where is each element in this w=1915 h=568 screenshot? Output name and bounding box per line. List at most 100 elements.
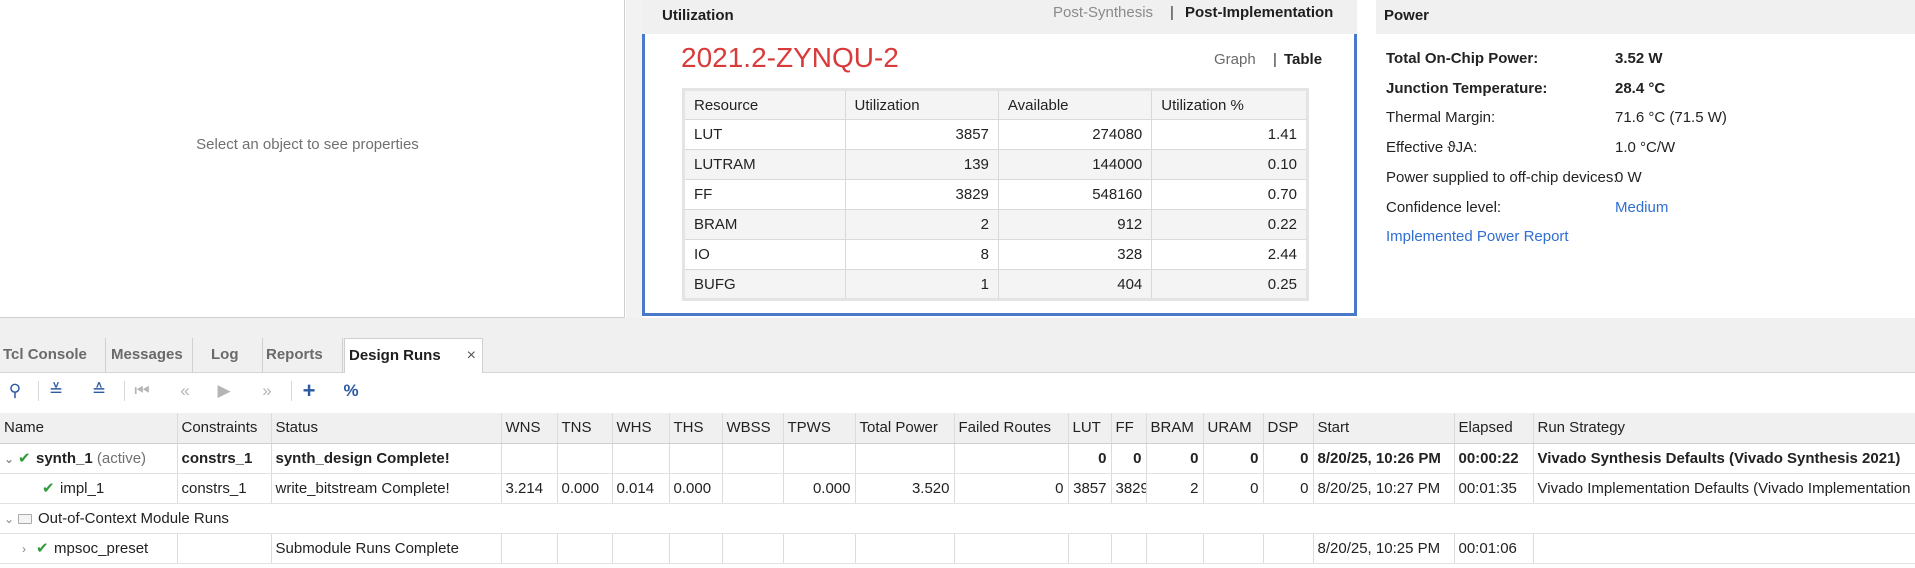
utilization-table: Resource Utilization Available Utilizati… <box>682 88 1309 301</box>
expand-all-icon[interactable]: ≙ <box>87 379 111 403</box>
resource-cell: LUTRAM <box>683 149 846 180</box>
properties-panel: Select an object to see properties <box>0 0 625 318</box>
folder-icon <box>18 513 32 524</box>
table-row: IO 8 328 2.44 <box>683 239 1308 270</box>
post-implementation-link[interactable]: Post-Implementation <box>1185 4 1333 21</box>
tab-design-runs[interactable]: Design Runs × <box>344 338 483 374</box>
run-row-impl[interactable]: ✔ impl_1 constrs_1 write_bitstream Comple… <box>0 473 1915 504</box>
run-name-cell[interactable]: ⌄ ✔ synth_1 (active) <box>0 443 178 474</box>
column-header[interactable]: Total Power <box>855 413 955 444</box>
constraints-cell: constrs_1 <box>177 473 272 504</box>
column-header[interactable]: Constraints <box>177 413 272 444</box>
implemented-power-report-link[interactable]: Implemented Power Report <box>1386 228 1569 245</box>
ooc-group-cell[interactable]: ⌄ Out-of-Context Module Runs <box>0 503 1915 534</box>
power-row-junction: Junction Temperature: 28.4 °C <box>1376 80 1915 102</box>
tab-log[interactable]: Log <box>208 338 263 373</box>
project-summary: Utilization Post-Synthesis | Post-Implem… <box>642 0 1915 318</box>
wns-cell: 3.214 <box>501 473 558 504</box>
column-header[interactable]: WHS <box>612 413 670 444</box>
tab-label: Design Runs <box>349 347 441 364</box>
run-icon[interactable]: ▶ <box>212 379 236 403</box>
dsp-cell: 0 <box>1263 443 1314 474</box>
column-header[interactable]: THS <box>669 413 723 444</box>
utilization-header-row: Resource Utilization Available Utilizati… <box>683 89 1308 120</box>
column-header[interactable]: Resource <box>683 89 846 120</box>
previous-icon[interactable]: « <box>173 379 197 403</box>
column-header[interactable]: Status <box>271 413 502 444</box>
panel-splitter[interactable] <box>626 0 642 318</box>
power-label: Power supplied to off-chip devices: <box>1386 169 1618 186</box>
column-header[interactable]: Start <box>1313 413 1455 444</box>
bram-cell <box>1146 533 1204 564</box>
search-icon[interactable]: ⚲ <box>3 379 27 403</box>
utilization-cell: 3829 <box>844 179 999 210</box>
column-header[interactable]: Utilization <box>844 89 999 120</box>
bottom-panel: Tcl Console Messages Log Reports Design … <box>0 318 1915 568</box>
tns-cell <box>557 533 613 564</box>
column-header[interactable]: WNS <box>501 413 558 444</box>
tab-tcl-console[interactable]: Tcl Console <box>0 338 106 373</box>
first-icon[interactable]: ⏮ <box>130 379 154 403</box>
column-header[interactable]: LUT <box>1068 413 1112 444</box>
tab-reports[interactable]: Reports <box>263 338 343 373</box>
design-runs-table: Name Constraints Status WNS TNS WHS THS … <box>0 413 1915 564</box>
utilization-cell: 139 <box>844 149 999 180</box>
column-header[interactable]: DSP <box>1263 413 1314 444</box>
ff-cell <box>1111 533 1147 564</box>
resource-cell: IO <box>683 239 846 270</box>
column-header[interactable]: TPWS <box>783 413 856 444</box>
utilization-cell: 1 <box>844 269 999 300</box>
run-name-cell[interactable]: ✔ impl_1 <box>0 473 178 504</box>
ff-cell: 3829 <box>1111 473 1147 504</box>
table-row: LUTRAM 139 144000 0.10 <box>683 149 1308 180</box>
power-value: 0 W <box>1615 169 1642 186</box>
strategy-cell <box>1533 533 1915 564</box>
tpws-cell <box>783 533 856 564</box>
close-icon[interactable]: × <box>467 339 476 372</box>
column-header[interactable]: Available <box>997 89 1153 120</box>
column-header[interactable]: Name <box>0 413 178 444</box>
utilization-body: 2021.2-ZYNQU-2 Graph | Table Resource Ut… <box>642 34 1357 316</box>
confidence-level-link[interactable]: Medium <box>1615 199 1668 216</box>
utilization-cell: 3857 <box>844 119 999 150</box>
power-row-total: Total On-Chip Power: 3.52 W <box>1376 50 1915 72</box>
failed-routes-cell <box>954 443 1069 474</box>
column-header[interactable]: FF <box>1111 413 1147 444</box>
chevron-right-icon[interactable]: › <box>22 542 36 556</box>
tab-messages[interactable]: Messages <box>108 338 193 373</box>
add-icon[interactable]: + <box>297 378 321 403</box>
run-name-cell[interactable]: › ✔ mpsoc_preset <box>0 533 178 564</box>
post-synthesis-link[interactable]: Post-Synthesis <box>1053 4 1153 21</box>
dsp-cell <box>1263 533 1314 564</box>
lut-cell <box>1068 533 1112 564</box>
run-name: synth_1 <box>36 450 93 467</box>
table-view-link[interactable]: Table <box>1284 51 1322 68</box>
column-header[interactable]: Utilization % <box>1151 89 1308 120</box>
constraints-cell: constrs_1 <box>177 443 272 474</box>
chevron-down-icon[interactable]: ⌄ <box>4 452 18 466</box>
start-cell: 8/20/25, 10:25 PM <box>1313 533 1455 564</box>
column-header[interactable]: TNS <box>557 413 613 444</box>
tpws-cell <box>783 443 856 474</box>
chevron-down-icon[interactable]: ⌄ <box>4 512 18 526</box>
ooc-group-label: Out-of-Context Module Runs <box>38 509 229 527</box>
graph-view-link[interactable]: Graph <box>1214 51 1256 68</box>
column-header[interactable]: WBSS <box>722 413 784 444</box>
run-name: impl_1 <box>60 480 105 497</box>
column-header[interactable]: Run Strategy <box>1533 413 1915 444</box>
lut-cell: 3857 <box>1068 473 1112 504</box>
ths-cell <box>669 443 723 474</box>
panel-splitter-horizontal[interactable] <box>0 318 1915 336</box>
column-header[interactable]: URAM <box>1203 413 1264 444</box>
runs-header-row: Name Constraints Status WNS TNS WHS THS … <box>0 413 1915 444</box>
collapse-all-icon[interactable]: ≚ <box>44 379 68 403</box>
percent-icon[interactable]: % <box>339 379 363 403</box>
column-header[interactable]: Failed Routes <box>954 413 1069 444</box>
column-header[interactable]: BRAM <box>1146 413 1204 444</box>
column-header[interactable]: Elapsed <box>1454 413 1534 444</box>
bram-cell: 0 <box>1146 443 1204 474</box>
next-icon[interactable]: » <box>255 379 279 403</box>
run-row-mpsoc[interactable]: › ✔ mpsoc_preset Submodule Runs Complete 8… <box>0 533 1915 564</box>
ooc-group-row[interactable]: ⌄ Out-of-Context Module Runs <box>0 503 1915 534</box>
run-row-synth[interactable]: ⌄ ✔ synth_1 (active) constrs_1 synth_desig… <box>0 443 1915 474</box>
